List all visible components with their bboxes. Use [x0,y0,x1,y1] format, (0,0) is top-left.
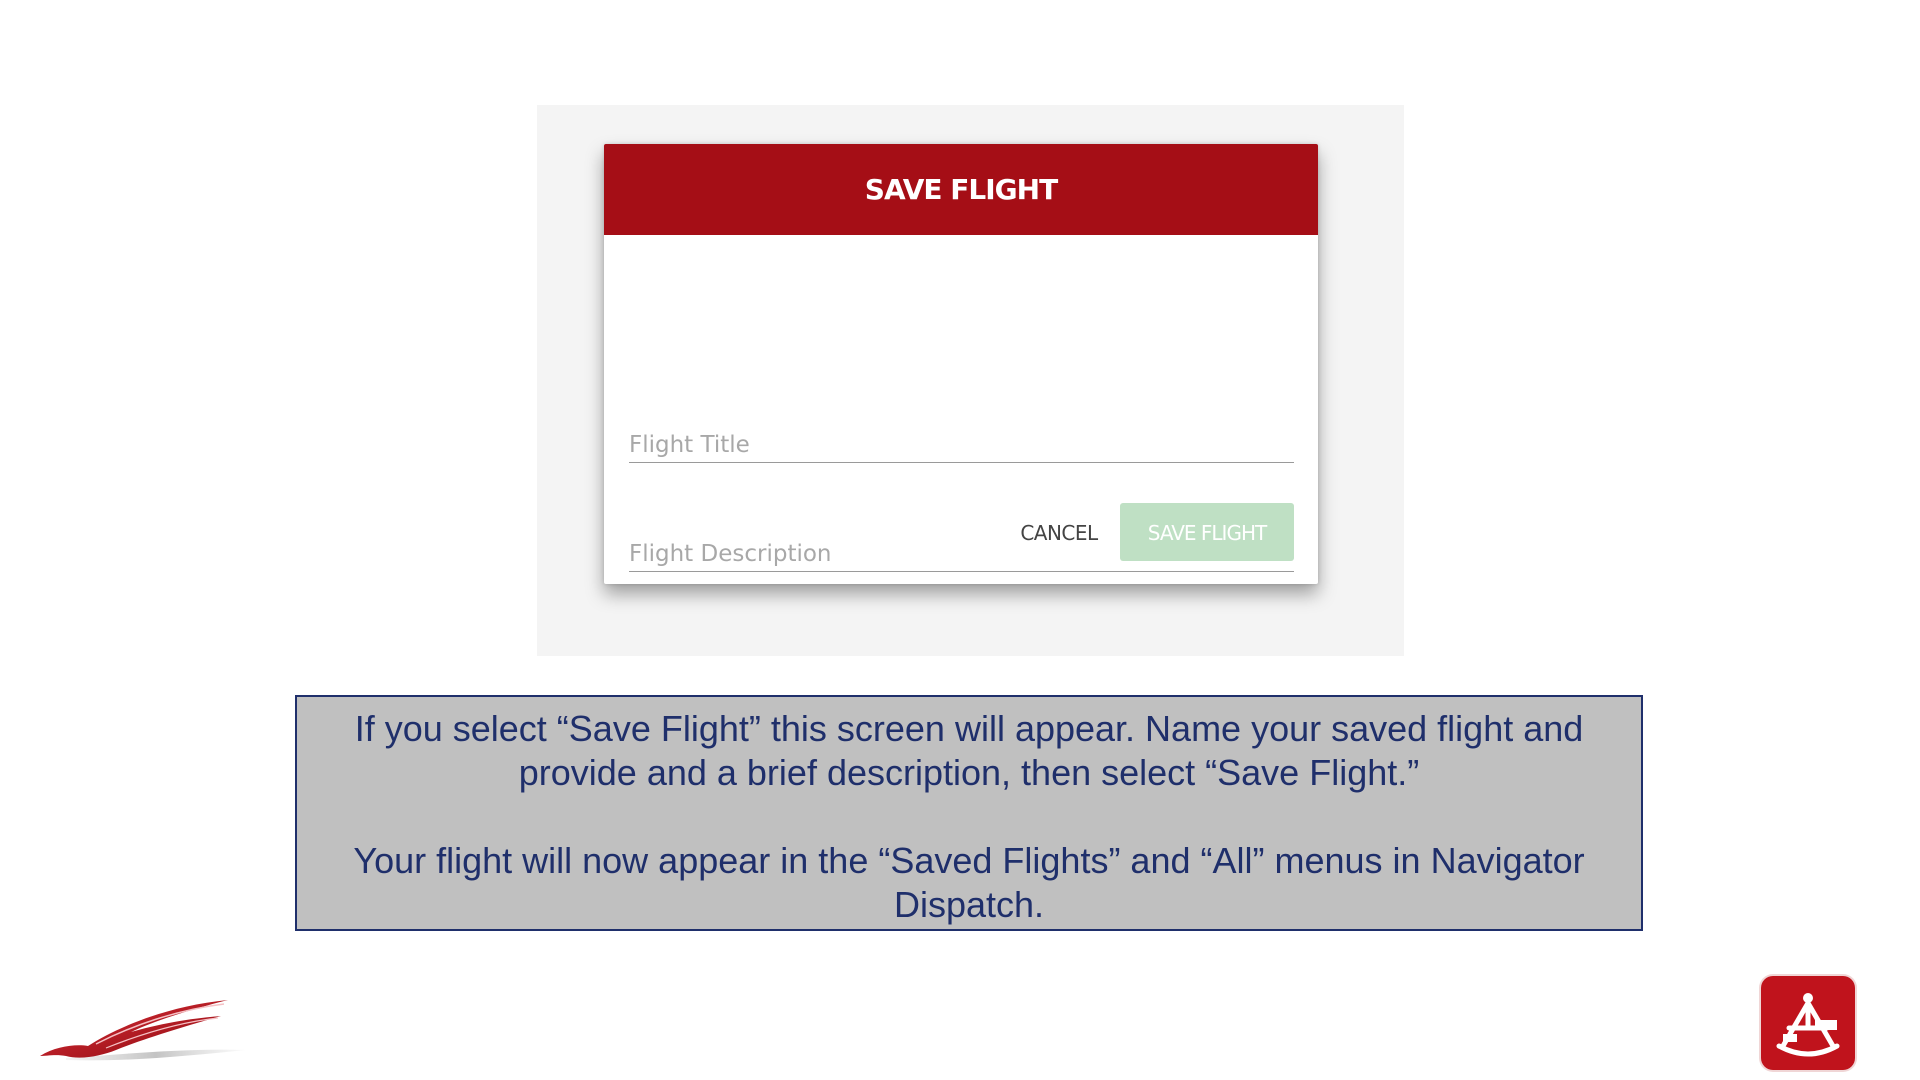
dialog-title: SAVE FLIGHT [864,173,1058,206]
save-flight-dialog: SAVE FLIGHT CANCEL SAVE FLIGHT [604,144,1318,584]
caption-paragraph-1: If you select “Save Flight” this screen … [354,708,1584,793]
caption-paragraph-2: Your flight will now appear in the “Save… [353,840,1585,925]
sextant-icon [1776,993,1840,1057]
slide: SAVE FLIGHT CANCEL SAVE FLIGHT If you se… [0,0,1920,1080]
bird-wing-logo-icon [40,1000,246,1061]
caption-box: If you select “Save Flight” this screen … [295,695,1643,931]
flight-title-input[interactable] [629,432,1294,458]
save-flight-button[interactable]: SAVE FLIGHT [1120,503,1294,561]
sextant-app-logo-icon [1761,976,1855,1070]
dialog-header: SAVE FLIGHT [604,144,1318,235]
cancel-button[interactable]: CANCEL [1009,515,1109,549]
flight-title-field [629,422,1294,463]
